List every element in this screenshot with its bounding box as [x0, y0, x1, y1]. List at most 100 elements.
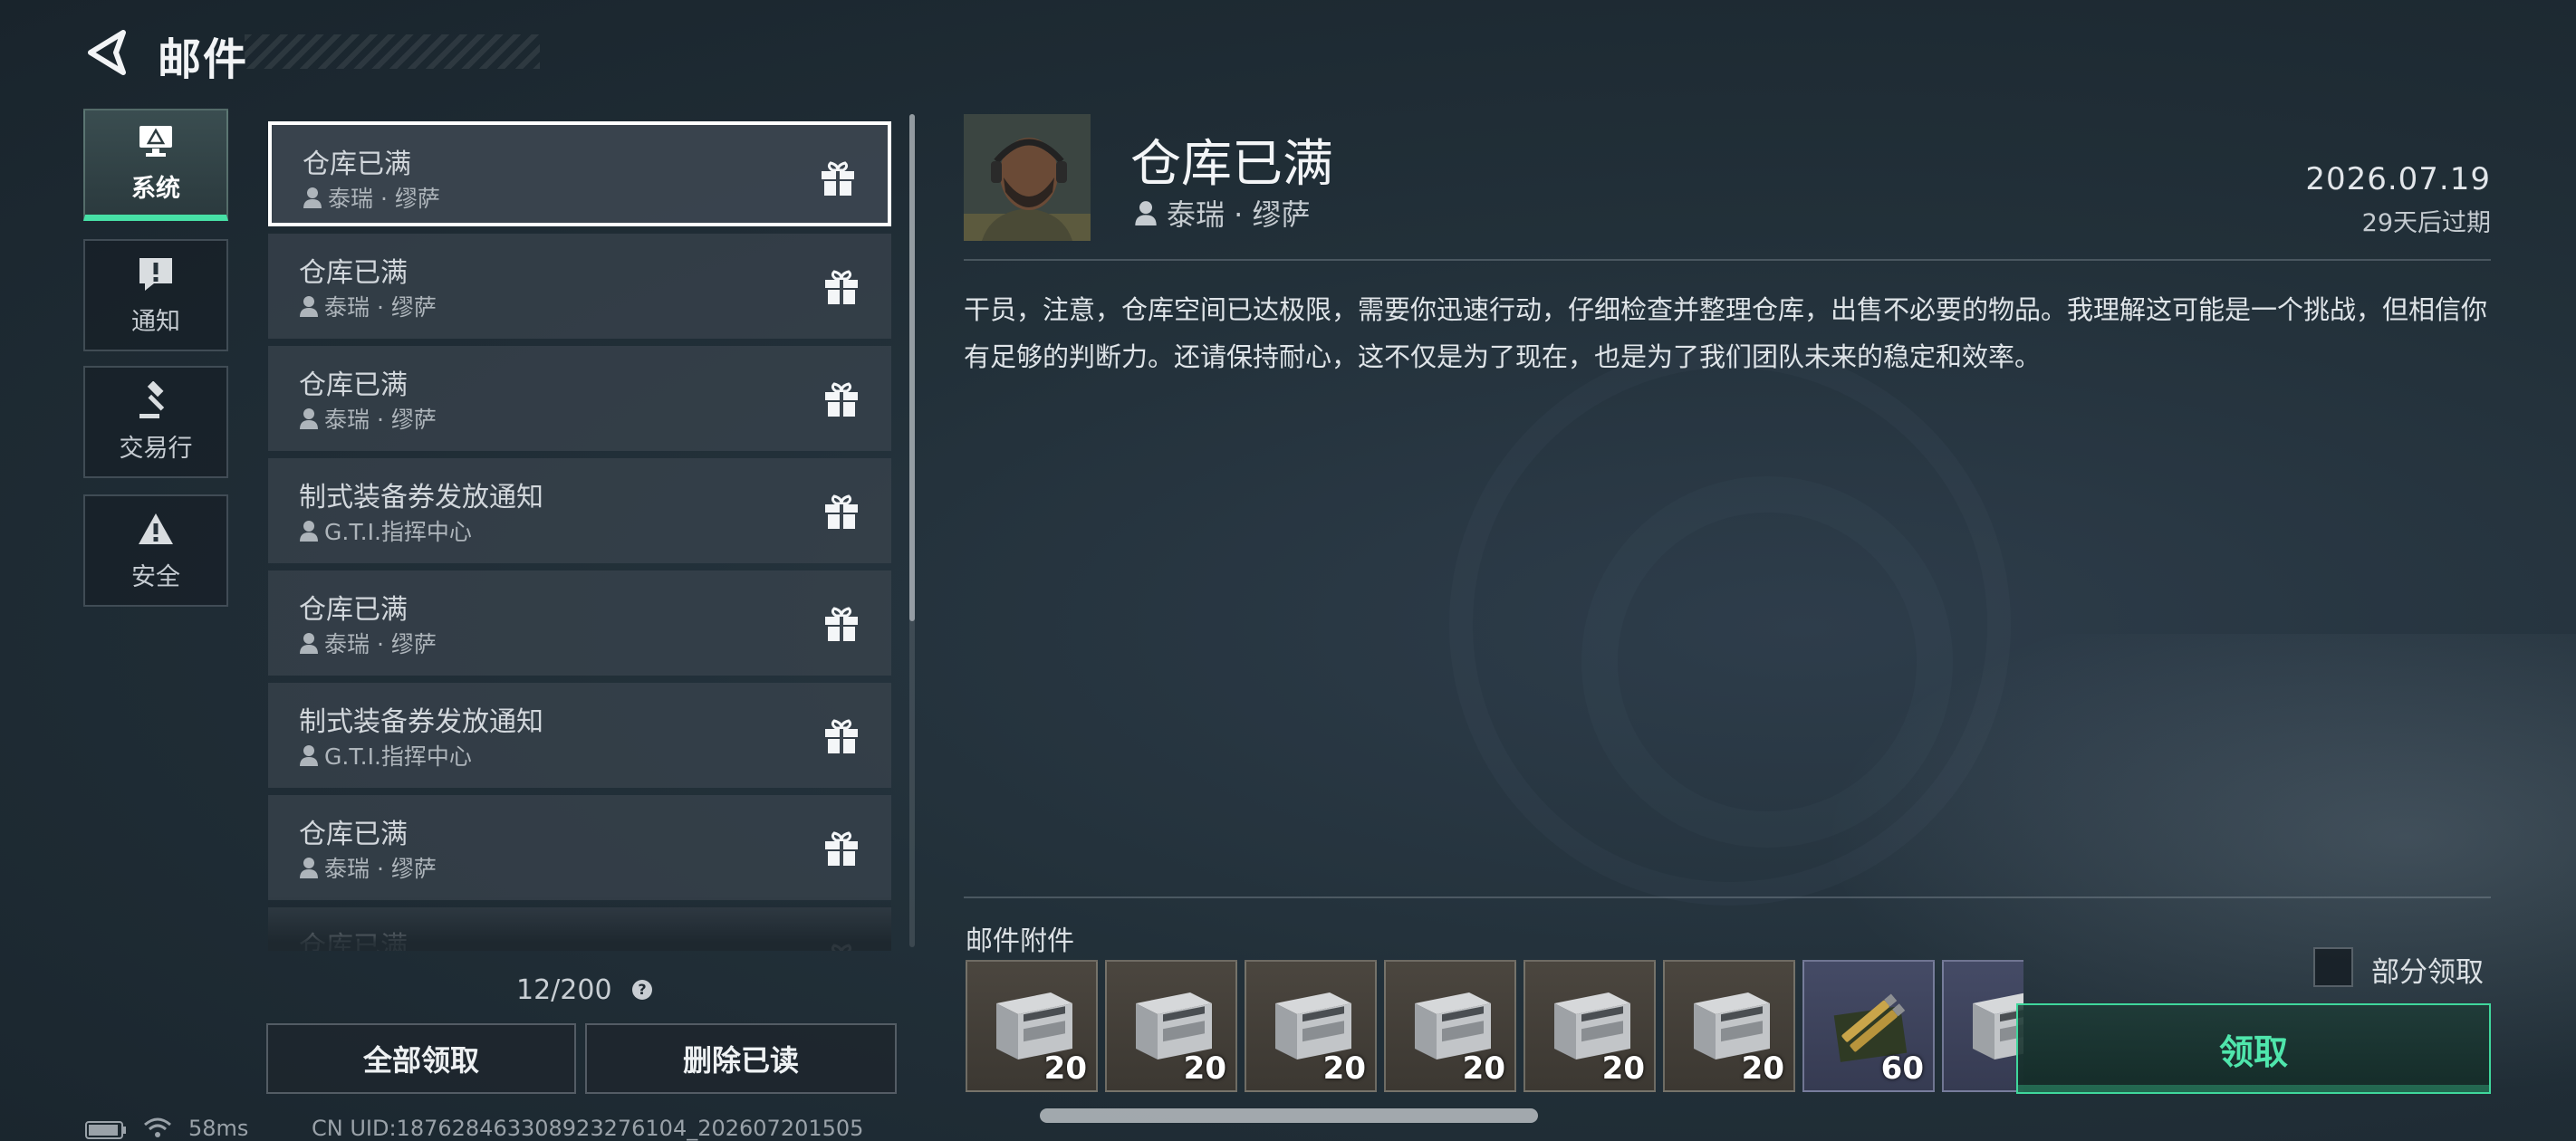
person-icon — [300, 521, 318, 542]
mail-title: 仓库已满 — [299, 369, 408, 401]
warning-triangle-icon — [139, 513, 173, 544]
mail-title: 仓库已满 — [299, 819, 408, 850]
mail-sender-name: 泰瑞 · 缪萨 — [324, 856, 437, 882]
mail-list-item[interactable]: 仓库已满泰瑞 · 缪萨 — [268, 346, 891, 451]
mail-sender-name: 泰瑞 · 缪萨 — [328, 186, 440, 212]
attachment-count: 60 — [1880, 1050, 1924, 1087]
attachment-item[interactable]: 20 — [1523, 960, 1656, 1092]
attachment-count: 20 — [1043, 1050, 1087, 1087]
attachment-item[interactable]: 20 — [1663, 960, 1795, 1092]
mail-list-item[interactable]: 制式装备券发放通知 G.T.I.指挥中心 — [268, 683, 891, 788]
mail-sender: 泰瑞 · 缪萨 — [299, 402, 437, 435]
nav-item-notice[interactable]: 通知 — [83, 239, 228, 351]
attachment-count: 20 — [1601, 1050, 1645, 1087]
attachments-row[interactable]: 20 20 20 20 20 20 60 — [966, 960, 2023, 1094]
attachment-item[interactable]: 20 — [1245, 960, 1377, 1092]
mail-list-item[interactable]: 仓库已满泰瑞 · 缪萨 — [268, 570, 891, 676]
back-arrow-icon — [88, 30, 126, 75]
detail-body: 干员，注意，仓库空间已达极限，需要你迅速行动，仔细检查并整理仓库，出售不必要的物… — [964, 294, 2488, 372]
detail-title: 仓库已满 — [1130, 135, 1333, 194]
ammo-box-icon — [1973, 992, 2023, 1060]
mail-list-item[interactable]: 仓库已满泰瑞 · 缪萨 — [268, 795, 891, 900]
mail-sender-name: G.T.I.指挥中心 — [324, 743, 472, 770]
nav-label: 安全 — [131, 562, 180, 591]
ping-readout: 58ms — [188, 1116, 249, 1141]
mail-sender-name: 泰瑞 · 缪萨 — [324, 407, 437, 433]
attachment-item[interactable]: 60 — [1802, 960, 1935, 1092]
gift-icon — [822, 161, 854, 196]
mail-sender-name: 泰瑞 · 缪萨 — [324, 631, 437, 657]
monitor-icon — [139, 126, 172, 157]
detail-expiry: 29天后过期 — [2361, 209, 2491, 237]
header-decoration — [245, 34, 540, 69]
back-button[interactable] — [83, 27, 134, 78]
mail-list-item[interactable]: 仓库已满泰瑞 · 缪萨 — [268, 234, 891, 339]
gift-icon — [825, 719, 858, 753]
detail-sender: 泰瑞 · 缪萨 — [1134, 192, 1311, 234]
page-title: 邮件 — [158, 34, 249, 85]
delete-read-button[interactable]: 删除已读 — [585, 1023, 897, 1094]
person-icon — [300, 296, 318, 317]
detail-date: 2026.07.19 — [2305, 161, 2491, 197]
mail-count: 12/200 — [516, 974, 612, 1006]
mail-sender: G.T.I.指挥中心 — [299, 514, 472, 547]
help-icon[interactable]: ? — [632, 980, 652, 1000]
nav-item-trade[interactable]: 交易行 — [83, 366, 228, 478]
partial-claim-label: 部分领取 — [2371, 956, 2484, 989]
list-fade — [268, 896, 891, 951]
mail-sender: 泰瑞 · 缪萨 — [299, 851, 437, 884]
attachment-item[interactable]: 20 — [1384, 960, 1516, 1092]
gift-icon — [825, 270, 858, 304]
claim-all-button[interactable]: 全部领取 — [266, 1023, 576, 1094]
claim-button[interactable]: 领取 — [2016, 1003, 2491, 1094]
person-icon — [303, 187, 322, 208]
mail-sender: 泰瑞 · 缪萨 — [303, 181, 440, 214]
divider — [964, 896, 2491, 898]
nav-label: 交易行 — [119, 434, 193, 463]
attachment-count: 20 — [1462, 1050, 1505, 1087]
attachment-item[interactable]: 20 — [966, 960, 1098, 1092]
nav-item-security[interactable]: 安全 — [83, 494, 228, 607]
person-icon — [300, 745, 318, 766]
person-icon — [1135, 201, 1157, 225]
mail-list[interactable]: 仓库已满 泰瑞 · 缪萨 仓库已满 泰瑞 · 缪萨 仓库已满 泰瑞 · 缪萨 制式装备券发放… — [268, 121, 891, 951]
gavel-icon — [139, 380, 165, 418]
gift-icon — [825, 831, 858, 866]
attachments-label: 邮件附件 — [966, 925, 1074, 957]
divider — [964, 259, 2491, 261]
mail-title: 仓库已满 — [303, 149, 411, 180]
gift-icon — [825, 382, 858, 417]
exclamation-icon — [139, 257, 172, 291]
mail-list-item[interactable]: 制式装备券发放通知 G.T.I.指挥中心 — [268, 458, 891, 563]
mail-sender-name: G.T.I.指挥中心 — [324, 519, 472, 545]
mail-title: 仓库已满 — [299, 257, 408, 289]
detail-sender-name: 泰瑞 · 缪萨 — [1167, 197, 1311, 232]
mail-list-item[interactable]: 仓库已满泰瑞 · 缪萨 — [268, 121, 891, 226]
mail-title: 制式装备券发放通知 — [299, 706, 543, 738]
person-icon — [300, 858, 318, 878]
mail-sender: G.T.I.指挥中心 — [299, 739, 472, 772]
nav-label: 系统 — [131, 175, 180, 203]
list-scrollbar-thumb[interactable] — [909, 114, 915, 621]
wifi-icon — [144, 1117, 171, 1137]
nav-label: 通知 — [131, 307, 180, 336]
attachment-item[interactable] — [1942, 960, 2023, 1092]
person-icon — [300, 633, 318, 654]
mail-sender-name: 泰瑞 · 缪萨 — [324, 294, 437, 321]
attachments-scrollbar-thumb[interactable] — [1040, 1108, 1538, 1123]
attachment-item[interactable]: 20 — [1105, 960, 1237, 1092]
user-uid: CN UID:18762846330892327610​4_2026072015… — [312, 1116, 864, 1141]
partial-claim-checkbox[interactable] — [2313, 947, 2353, 987]
mail-sender: 泰瑞 · 缪萨 — [299, 290, 437, 322]
attachment-count: 20 — [1741, 1050, 1784, 1087]
attachment-count: 20 — [1322, 1050, 1366, 1087]
gift-icon — [825, 494, 858, 529]
gift-icon — [825, 607, 858, 641]
mail-sender: 泰瑞 · 缪萨 — [299, 627, 437, 659]
mail-title: 仓库已满 — [299, 594, 408, 626]
sender-avatar — [964, 114, 1091, 241]
nav-item-system[interactable]: 系统 — [83, 109, 228, 221]
person-icon — [300, 408, 318, 429]
battery-icon — [85, 1121, 126, 1139]
mail-title: 制式装备券发放通知 — [299, 482, 543, 513]
